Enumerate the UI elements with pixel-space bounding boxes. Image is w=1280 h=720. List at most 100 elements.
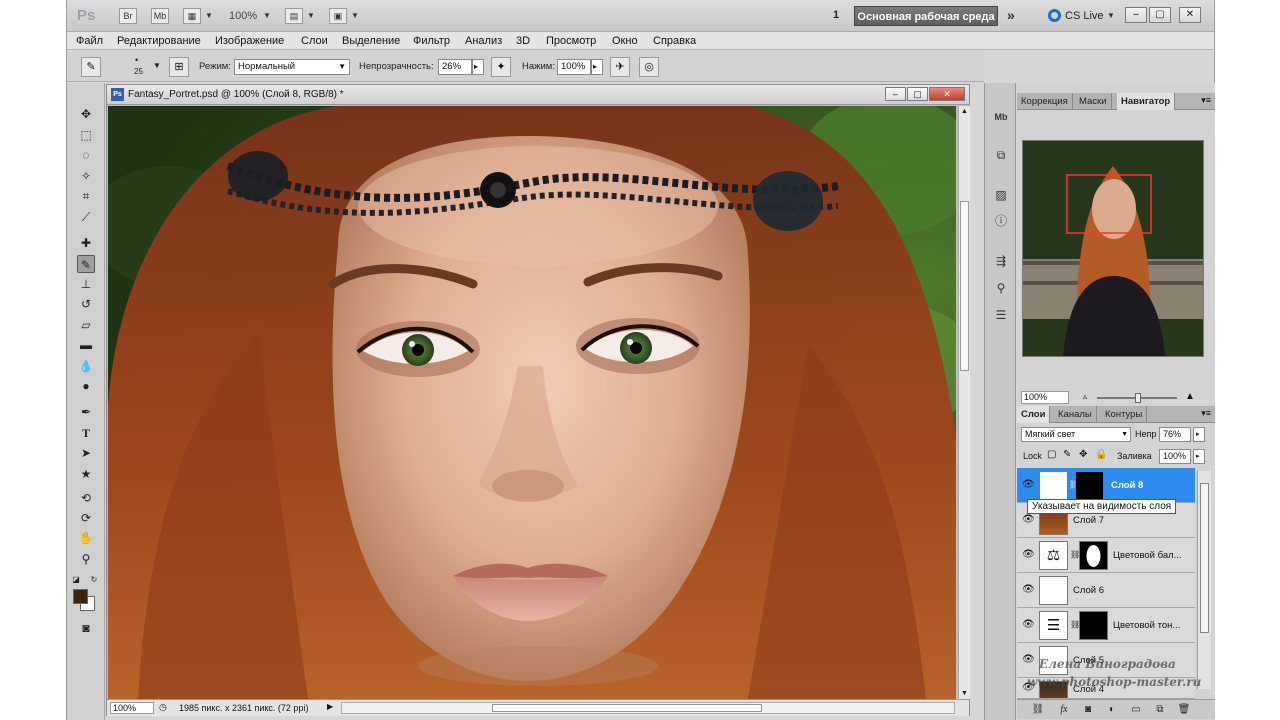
new-layer-icon[interactable]: ⧉: [1153, 703, 1167, 716]
tab-paths[interactable]: Контуры: [1101, 406, 1148, 423]
link-layers-icon[interactable]: ⛓: [1031, 703, 1045, 716]
status-zoom-field[interactable]: 100%: [110, 702, 154, 714]
tab-layers[interactable]: Слои: [1017, 406, 1051, 423]
opacity-input[interactable]: 26%: [438, 59, 472, 75]
extras-icon[interactable]: ▦: [183, 8, 201, 24]
brush-tool-preset-icon[interactable]: ✎: [81, 57, 101, 77]
tool-presets-icon[interactable]: ☰: [991, 305, 1011, 325]
bridge-button[interactable]: Br: [119, 8, 137, 24]
foreground-color-swatch[interactable]: [73, 589, 88, 604]
flow-slider-toggle-icon[interactable]: ▸: [591, 59, 603, 75]
menu-edit[interactable]: Редактирование: [117, 35, 201, 47]
image-panel-icon[interactable]: ▨: [991, 185, 1011, 205]
3d-orbit-tool-icon[interactable]: ⟳: [77, 509, 95, 527]
lasso-tool-icon[interactable]: ◌: [77, 146, 95, 164]
scroll-down-icon[interactable]: ▼: [961, 690, 968, 697]
screen-mode-dropdown-icon[interactable]: ▼: [351, 11, 359, 20]
airbrush-icon[interactable]: ✈: [610, 57, 630, 77]
minibridge-button[interactable]: Mb: [151, 8, 169, 24]
document-maximize-button[interactable]: ▢: [907, 87, 928, 101]
maximize-button[interactable]: ▢: [1149, 7, 1171, 23]
add-mask-icon[interactable]: ◙: [1081, 703, 1095, 716]
document-minimize-button[interactable]: –: [885, 87, 906, 101]
swap-colors-icon[interactable]: ↻: [89, 571, 99, 589]
3d-rotate-tool-icon[interactable]: ⟲: [77, 489, 95, 507]
cslive-button[interactable]: CS Live: [1065, 10, 1104, 22]
quick-selection-tool-icon[interactable]: ✧: [77, 167, 95, 185]
pen-tool-icon[interactable]: ✒: [77, 403, 95, 421]
brush-panel-toggle-icon[interactable]: ⊞: [169, 57, 189, 77]
layers-scrollbar[interactable]: [1197, 471, 1211, 689]
zoom-in-icon[interactable]: ▲: [1185, 391, 1195, 402]
layers-scroll-thumb[interactable]: [1200, 483, 1209, 633]
lock-transparent-icon[interactable]: ▢: [1047, 449, 1056, 460]
tab-navigator[interactable]: Навигатор: [1117, 93, 1176, 110]
eyedropper-tool-icon[interactable]: ⟋: [77, 208, 95, 226]
quick-mask-icon[interactable]: ◙: [77, 619, 95, 637]
visibility-eye-icon[interactable]: 👁: [1022, 619, 1035, 631]
layer-row[interactable]: 👁 Слой 6: [1017, 573, 1195, 608]
screen-mode-icon[interactable]: ▣: [329, 8, 347, 24]
mode-select[interactable]: Нормальный ▼: [234, 59, 350, 75]
menu-view[interactable]: Просмотр: [546, 35, 596, 47]
info-menu-arrow-icon[interactable]: ▶: [327, 702, 333, 711]
visibility-eye-icon[interactable]: 👁: [1022, 549, 1035, 561]
new-group-icon[interactable]: ▭: [1129, 703, 1143, 716]
tablet-pressure-icon[interactable]: ◎: [639, 57, 659, 77]
zoom-level[interactable]: 100%: [229, 10, 257, 22]
blend-mode-select[interactable]: Мягкий свет ▼: [1021, 427, 1131, 442]
visibility-eye-icon[interactable]: 👁: [1022, 584, 1035, 596]
zoom-out-icon[interactable]: ▵: [1083, 392, 1087, 401]
blur-tool-icon[interactable]: 💧: [77, 357, 95, 375]
fill-input[interactable]: 100%: [1159, 449, 1191, 464]
shape-tool-icon[interactable]: ★: [77, 465, 95, 483]
navigator-zoom-field[interactable]: 100%: [1021, 391, 1069, 404]
layer-row[interactable]: 👁 ⚖ ⛓ Цветовой бал...: [1017, 538, 1195, 573]
canvas-horizontal-scrollbar[interactable]: [341, 702, 955, 714]
cslive-dropdown-icon[interactable]: ▼: [1107, 11, 1115, 20]
path-selection-tool-icon[interactable]: ➤: [77, 444, 95, 462]
menu-filter[interactable]: Фильтр: [413, 35, 450, 47]
menu-select[interactable]: Выделение: [342, 35, 400, 47]
navigator-slider-thumb[interactable]: [1135, 393, 1141, 403]
layer-mask-thumbnail[interactable]: [1075, 471, 1104, 500]
tab-channels[interactable]: Каналы: [1054, 406, 1097, 423]
clone-source-icon[interactable]: ⚲: [991, 278, 1011, 298]
eraser-tool-icon[interactable]: ▱: [77, 316, 95, 334]
history-panel-icon[interactable]: ⧉: [991, 145, 1011, 165]
more-workspaces-icon[interactable]: »: [1007, 7, 1015, 23]
flow-input[interactable]: 100%: [557, 59, 591, 75]
brush-picker-dropdown-icon[interactable]: ▼: [153, 61, 161, 70]
menu-image[interactable]: Изображение: [215, 35, 284, 47]
brush-tool-icon[interactable]: ✎: [77, 255, 95, 273]
brush-presets-icon[interactable]: ⇶: [991, 251, 1011, 271]
tablet-opacity-icon[interactable]: ✦: [491, 57, 511, 77]
document-close-button[interactable]: ✕: [929, 87, 965, 101]
workspace-button[interactable]: Основная рабочая среда: [854, 6, 998, 26]
delete-layer-icon[interactable]: 🗑: [1177, 703, 1191, 716]
marquee-tool-icon[interactable]: ⬚: [77, 126, 95, 144]
minibridge-panel-icon[interactable]: Mb: [991, 107, 1011, 127]
layer-opacity-slider-icon[interactable]: ▸: [1193, 427, 1205, 442]
default-colors-icon[interactable]: ◪: [71, 571, 81, 589]
document-titlebar[interactable]: Ps Fantasy_Portret.psd @ 100% (Слой 8, R…: [107, 85, 969, 105]
panel-menu-icon[interactable]: ▾≡: [1201, 95, 1211, 106]
menu-window[interactable]: Окно: [612, 35, 638, 47]
type-tool-icon[interactable]: T: [77, 424, 95, 442]
fill-slider-icon[interactable]: ▸: [1193, 449, 1205, 464]
scroll-up-icon[interactable]: ▲: [961, 108, 968, 115]
canvas-vertical-scrollbar[interactable]: ▲ ▼: [958, 106, 970, 699]
visibility-eye-icon[interactable]: 👁: [1022, 654, 1035, 666]
layer-row[interactable]: 👁 ⛓ Слой 8: [1017, 468, 1195, 503]
crop-tool-icon[interactable]: ⌗: [77, 187, 95, 205]
horizontal-scroll-thumb[interactable]: [492, 704, 762, 712]
healing-brush-tool-icon[interactable]: ✚: [77, 234, 95, 252]
tab-masks[interactable]: Маски: [1075, 93, 1112, 110]
zoom-tool-icon[interactable]: ⚲: [77, 550, 95, 568]
minimize-button[interactable]: –: [1125, 7, 1147, 23]
navigator-preview[interactable]: [1022, 140, 1204, 357]
move-tool-icon[interactable]: ✥: [77, 105, 95, 123]
gradient-tool-icon[interactable]: ▬: [77, 336, 95, 354]
cslive-icon[interactable]: [1048, 9, 1061, 22]
tab-adjustments[interactable]: Коррекция: [1017, 93, 1073, 110]
